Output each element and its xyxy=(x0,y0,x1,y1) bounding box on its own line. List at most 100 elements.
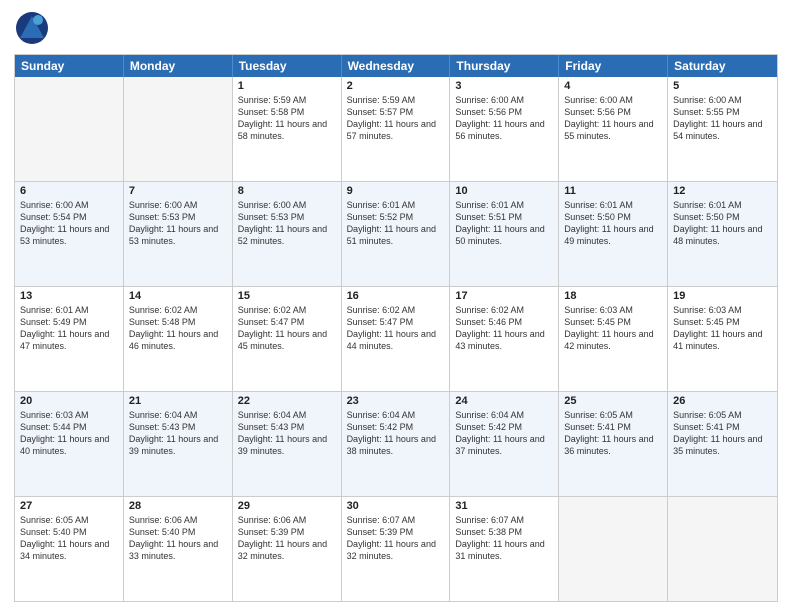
day-number: 11 xyxy=(564,185,662,197)
day-number: 16 xyxy=(347,290,445,302)
day-info: Sunrise: 6:01 AM Sunset: 5:50 PM Dayligh… xyxy=(564,199,662,248)
calendar-cell xyxy=(668,497,777,601)
calendar-cell: 15 Sunrise: 6:02 AM Sunset: 5:47 PM Dayli… xyxy=(233,287,342,391)
day-info: Sunrise: 6:06 AM Sunset: 5:39 PM Dayligh… xyxy=(238,514,336,563)
calendar-cell: 5Sunrise: 6:00 AM Sunset: 5:55 PM Daylig… xyxy=(668,77,777,181)
day-number: 13 xyxy=(20,290,118,302)
calendar-cell: 20 Sunrise: 6:03 AM Sunset: 5:44 PM Dayli… xyxy=(15,392,124,496)
day-number: 19 xyxy=(673,290,772,302)
day-number: 31 xyxy=(455,500,553,512)
day-info: Sunrise: 6:07 AM Sunset: 5:39 PM Dayligh… xyxy=(347,514,445,563)
day-info: Sunrise: 6:04 AM Sunset: 5:42 PM Dayligh… xyxy=(347,409,445,458)
day-number: 4 xyxy=(564,80,662,92)
day-number: 3 xyxy=(455,80,553,92)
calendar-row: 6 Sunrise: 6:00 AM Sunset: 5:54 PM Daylig… xyxy=(15,181,777,286)
calendar-cell: 1Sunrise: 5:59 AM Sunset: 5:58 PM Daylig… xyxy=(233,77,342,181)
day-number: 12 xyxy=(673,185,772,197)
calendar-cell: 10Sunrise: 6:01 AM Sunset: 5:51 PM Dayli… xyxy=(450,182,559,286)
calendar-cell: 17 Sunrise: 6:02 AM Sunset: 5:46 PM Dayli… xyxy=(450,287,559,391)
day-info: Sunrise: 6:05 AM Sunset: 5:40 PM Dayligh… xyxy=(20,514,118,563)
calendar-header: SundayMondayTuesdayWednesdayThursdayFrid… xyxy=(15,55,777,77)
calendar: SundayMondayTuesdayWednesdayThursdayFrid… xyxy=(14,54,778,602)
day-info: Sunrise: 6:03 AM Sunset: 5:44 PM Dayligh… xyxy=(20,409,118,458)
day-info: Sunrise: 6:05 AM Sunset: 5:41 PM Dayligh… xyxy=(673,409,772,458)
calendar-row: 27 Sunrise: 6:05 AM Sunset: 5:40 PM Dayli… xyxy=(15,496,777,601)
day-info: Sunrise: 6:03 AM Sunset: 5:45 PM Dayligh… xyxy=(564,304,662,353)
day-info: Sunrise: 5:59 AM Sunset: 5:58 PM Dayligh… xyxy=(238,94,336,143)
calendar-cell: 13 Sunrise: 6:01 AM Sunset: 5:49 PM Dayli… xyxy=(15,287,124,391)
day-info: Sunrise: 6:00 AM Sunset: 5:53 PM Dayligh… xyxy=(238,199,336,248)
day-number: 14 xyxy=(129,290,227,302)
weekday-header: Tuesday xyxy=(233,55,342,77)
page-container: SundayMondayTuesdayWednesdayThursdayFrid… xyxy=(0,0,792,612)
weekday-header: Saturday xyxy=(668,55,777,77)
weekday-header: Sunday xyxy=(15,55,124,77)
day-info: Sunrise: 6:01 AM Sunset: 5:51 PM Dayligh… xyxy=(455,199,553,248)
calendar-row: 20 Sunrise: 6:03 AM Sunset: 5:44 PM Dayli… xyxy=(15,391,777,496)
calendar-cell xyxy=(15,77,124,181)
calendar-cell: 12 Sunrise: 6:01 AM Sunset: 5:50 PM Dayli… xyxy=(668,182,777,286)
logo-icon xyxy=(14,10,50,46)
calendar-cell: 4 Sunrise: 6:00 AM Sunset: 5:56 PM Daylig… xyxy=(559,77,668,181)
day-number: 5 xyxy=(673,80,772,92)
day-info: Sunrise: 6:02 AM Sunset: 5:47 PM Dayligh… xyxy=(347,304,445,353)
day-number: 22 xyxy=(238,395,336,407)
calendar-cell: 6 Sunrise: 6:00 AM Sunset: 5:54 PM Daylig… xyxy=(15,182,124,286)
calendar-cell: 30Sunrise: 6:07 AM Sunset: 5:39 PM Dayli… xyxy=(342,497,451,601)
calendar-cell: 18Sunrise: 6:03 AM Sunset: 5:45 PM Dayli… xyxy=(559,287,668,391)
calendar-cell: 8 Sunrise: 6:00 AM Sunset: 5:53 PM Daylig… xyxy=(233,182,342,286)
calendar-cell: 7 Sunrise: 6:00 AM Sunset: 5:53 PM Daylig… xyxy=(124,182,233,286)
day-number: 9 xyxy=(347,185,445,197)
calendar-cell: 16 Sunrise: 6:02 AM Sunset: 5:47 PM Dayli… xyxy=(342,287,451,391)
calendar-cell: 23 Sunrise: 6:04 AM Sunset: 5:42 PM Dayli… xyxy=(342,392,451,496)
day-number: 25 xyxy=(564,395,662,407)
weekday-header: Friday xyxy=(559,55,668,77)
calendar-cell: 26 Sunrise: 6:05 AM Sunset: 5:41 PM Dayli… xyxy=(668,392,777,496)
calendar-cell: 25 Sunrise: 6:05 AM Sunset: 5:41 PM Dayli… xyxy=(559,392,668,496)
day-number: 8 xyxy=(238,185,336,197)
day-number: 20 xyxy=(20,395,118,407)
calendar-cell: 27 Sunrise: 6:05 AM Sunset: 5:40 PM Dayli… xyxy=(15,497,124,601)
day-info: Sunrise: 6:04 AM Sunset: 5:43 PM Dayligh… xyxy=(129,409,227,458)
day-info: Sunrise: 6:02 AM Sunset: 5:46 PM Dayligh… xyxy=(455,304,553,353)
day-info: Sunrise: 6:00 AM Sunset: 5:54 PM Dayligh… xyxy=(20,199,118,248)
calendar-cell: 3Sunrise: 6:00 AM Sunset: 5:56 PM Daylig… xyxy=(450,77,559,181)
calendar-cell: 2 Sunrise: 5:59 AM Sunset: 5:57 PM Daylig… xyxy=(342,77,451,181)
day-info: Sunrise: 6:00 AM Sunset: 5:56 PM Dayligh… xyxy=(564,94,662,143)
calendar-row: 1Sunrise: 5:59 AM Sunset: 5:58 PM Daylig… xyxy=(15,77,777,181)
calendar-cell: 14 Sunrise: 6:02 AM Sunset: 5:48 PM Dayli… xyxy=(124,287,233,391)
day-number: 15 xyxy=(238,290,336,302)
calendar-cell: 22 Sunrise: 6:04 AM Sunset: 5:43 PM Dayli… xyxy=(233,392,342,496)
day-info: Sunrise: 6:01 AM Sunset: 5:52 PM Dayligh… xyxy=(347,199,445,248)
day-number: 2 xyxy=(347,80,445,92)
day-info: Sunrise: 6:02 AM Sunset: 5:47 PM Dayligh… xyxy=(238,304,336,353)
calendar-body: 1Sunrise: 5:59 AM Sunset: 5:58 PM Daylig… xyxy=(15,77,777,601)
day-number: 26 xyxy=(673,395,772,407)
page-header xyxy=(14,10,778,46)
day-info: Sunrise: 6:03 AM Sunset: 5:45 PM Dayligh… xyxy=(673,304,772,353)
day-info: Sunrise: 6:01 AM Sunset: 5:50 PM Dayligh… xyxy=(673,199,772,248)
day-number: 28 xyxy=(129,500,227,512)
day-number: 27 xyxy=(20,500,118,512)
calendar-cell: 31Sunrise: 6:07 AM Sunset: 5:38 PM Dayli… xyxy=(450,497,559,601)
weekday-header: Monday xyxy=(124,55,233,77)
day-info: Sunrise: 6:06 AM Sunset: 5:40 PM Dayligh… xyxy=(129,514,227,563)
weekday-header: Thursday xyxy=(450,55,559,77)
calendar-cell xyxy=(559,497,668,601)
day-info: Sunrise: 6:04 AM Sunset: 5:43 PM Dayligh… xyxy=(238,409,336,458)
day-number: 7 xyxy=(129,185,227,197)
day-number: 21 xyxy=(129,395,227,407)
day-info: Sunrise: 6:04 AM Sunset: 5:42 PM Dayligh… xyxy=(455,409,553,458)
day-info: Sunrise: 6:01 AM Sunset: 5:49 PM Dayligh… xyxy=(20,304,118,353)
day-info: Sunrise: 6:02 AM Sunset: 5:48 PM Dayligh… xyxy=(129,304,227,353)
calendar-cell: 29Sunrise: 6:06 AM Sunset: 5:39 PM Dayli… xyxy=(233,497,342,601)
weekday-header: Wednesday xyxy=(342,55,451,77)
day-info: Sunrise: 5:59 AM Sunset: 5:57 PM Dayligh… xyxy=(347,94,445,143)
calendar-row: 13 Sunrise: 6:01 AM Sunset: 5:49 PM Dayli… xyxy=(15,286,777,391)
day-info: Sunrise: 6:00 AM Sunset: 5:53 PM Dayligh… xyxy=(129,199,227,248)
day-number: 23 xyxy=(347,395,445,407)
day-number: 17 xyxy=(455,290,553,302)
calendar-cell: 28 Sunrise: 6:06 AM Sunset: 5:40 PM Dayli… xyxy=(124,497,233,601)
day-info: Sunrise: 6:05 AM Sunset: 5:41 PM Dayligh… xyxy=(564,409,662,458)
day-number: 6 xyxy=(20,185,118,197)
